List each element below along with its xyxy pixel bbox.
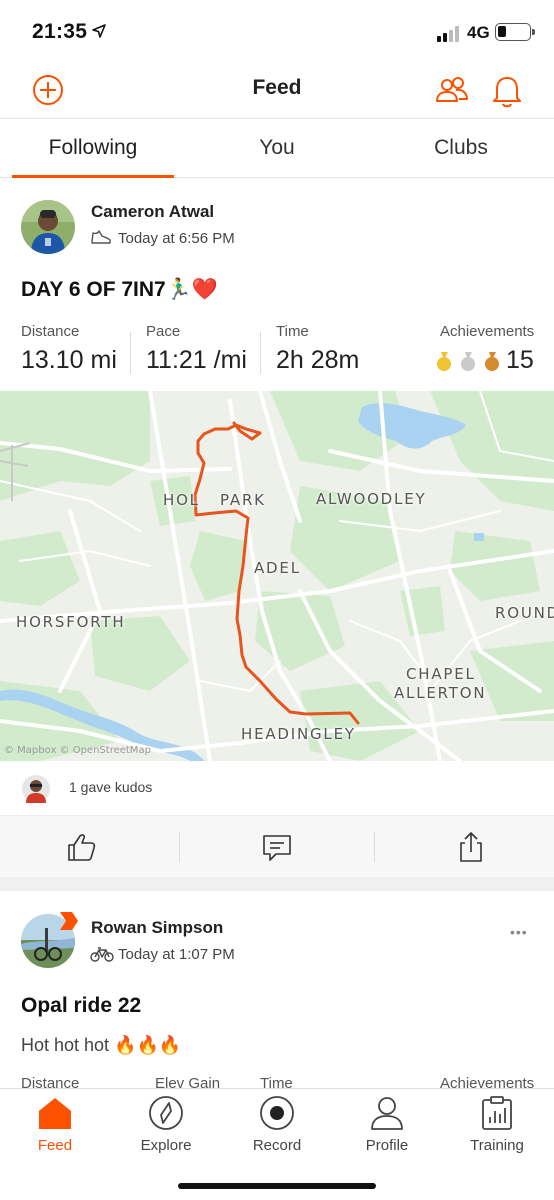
map-label: HEADINGLEY	[241, 725, 356, 743]
map-label: PARK	[220, 491, 266, 509]
athlete-avatar[interactable]	[21, 200, 75, 254]
tab-bar-profile[interactable]: Profile	[332, 1089, 442, 1159]
compass-icon	[149, 1096, 183, 1130]
nav-bar: Feed	[0, 62, 554, 118]
map-label: ROUND	[495, 604, 554, 622]
map-label: CHAPEL	[406, 665, 476, 683]
tab-bar-label: Explore	[140, 1137, 192, 1154]
kudos-thumbs-up-icon[interactable]	[64, 830, 98, 864]
action-divider	[374, 832, 375, 862]
activity-timestamp: Today at 1:07 PM	[118, 946, 235, 963]
feed-tabs: Following You Clubs	[0, 118, 554, 178]
map-attribution[interactable]: © Mapbox © OpenStreetMap	[4, 745, 151, 756]
find-friends-icon[interactable]	[432, 70, 472, 110]
activity-title[interactable]: Opal ride 22	[21, 994, 141, 1018]
tab-clubs[interactable]: Clubs	[380, 119, 542, 178]
tab-bar-label: Profile	[365, 1137, 409, 1154]
battery-icon	[495, 23, 535, 41]
athlete-name[interactable]: Cameron Atwal	[91, 202, 214, 222]
tab-bar-record[interactable]: Record	[222, 1089, 332, 1159]
record-icon	[260, 1096, 294, 1130]
tab-bar-label: Feed	[37, 1137, 73, 1154]
map-label: HORSFORTH	[16, 613, 126, 631]
kudos-row[interactable]: 1 gave kudos	[0, 761, 554, 815]
stat-achievements-count: 15	[506, 346, 534, 374]
tab-bar-label: Record	[252, 1137, 302, 1154]
cellular-signal-icon	[437, 26, 459, 42]
bike-icon	[90, 947, 114, 962]
activity-title[interactable]: DAY 6 OF 7IN7🏃‍♂️❤️	[21, 278, 218, 302]
home-icon	[39, 1098, 71, 1129]
shoe-icon	[91, 230, 111, 244]
achievement-medals-icon	[437, 352, 499, 371]
stat-divider	[130, 332, 131, 374]
stat-pace-value: 11:21 /mi	[146, 346, 247, 374]
map-label: ALWOODLEY	[316, 490, 427, 508]
network-type: 4G	[467, 23, 490, 42]
tab-you[interactable]: You	[196, 119, 358, 178]
map-label: ALLERTON	[394, 684, 487, 702]
map-label: ADEL	[254, 559, 301, 577]
stat-achievements-label: Achievements	[440, 323, 535, 340]
comment-icon[interactable]	[260, 830, 294, 864]
activity-timestamp: Today at 6:56 PM	[118, 230, 235, 247]
card-separator	[0, 877, 554, 891]
stat-time-value: 2h 28m	[276, 346, 360, 374]
kudos-count: 1 gave kudos	[69, 779, 153, 795]
action-divider	[179, 832, 180, 862]
tab-bar-explore[interactable]: Explore	[111, 1089, 221, 1159]
stat-time-label: Time	[276, 323, 309, 340]
map-label: HOL	[163, 491, 200, 509]
stat-pace-label: Pace	[146, 323, 181, 340]
home-indicator[interactable]	[178, 1183, 376, 1189]
subscriber-badge-icon	[60, 912, 78, 930]
stat-divider	[260, 332, 261, 374]
tab-bar-training[interactable]: Training	[442, 1089, 552, 1159]
stat-distance-value: 13.10 mi	[21, 346, 117, 374]
activity-description: Hot hot hot 🔥🔥🔥	[21, 1035, 182, 1055]
kudos-avatar	[22, 775, 50, 803]
location-arrow-icon	[92, 24, 106, 38]
tab-following[interactable]: Following	[12, 119, 174, 178]
tab-bar-label: Training	[470, 1137, 524, 1154]
share-icon[interactable]	[454, 830, 488, 864]
tab-bar-feed[interactable]: Feed	[0, 1089, 110, 1159]
stat-distance-label: Distance	[21, 323, 80, 340]
status-time: 21:35	[32, 20, 88, 43]
notifications-bell-icon[interactable]	[487, 70, 527, 110]
more-options-icon[interactable]: •••	[510, 924, 528, 940]
athlete-name[interactable]: Rowan Simpson	[91, 918, 223, 938]
status-bar: 21:35 4G	[0, 0, 554, 62]
activity-card: Cameron Atwal Today at 6:56 PM DAY 6 OF …	[0, 180, 554, 891]
person-icon	[371, 1097, 403, 1130]
avatar-photo	[21, 200, 75, 254]
active-tab-indicator	[12, 175, 174, 178]
activity-actions	[0, 815, 554, 877]
training-chart-icon	[482, 1096, 512, 1130]
activity-card: Rowan Simpson ••• Today at 1:07 PM Opal …	[0, 894, 554, 1094]
route-map[interactable]: HOL PARK ALWOODLEY ADEL HORSFORTH ROUND …	[0, 391, 554, 761]
